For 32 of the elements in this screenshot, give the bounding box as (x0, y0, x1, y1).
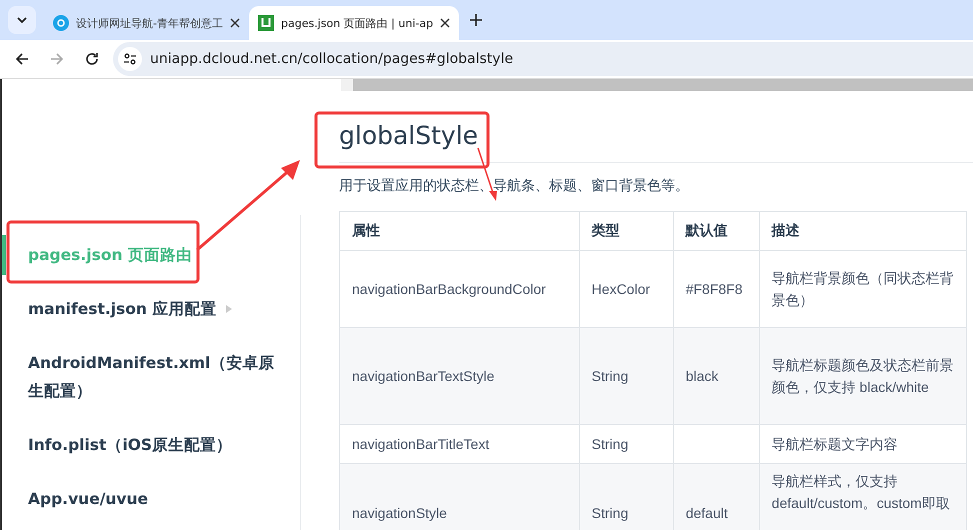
column-header: 默认值 (673, 212, 760, 250)
new-tab-icon[interactable] (469, 13, 484, 27)
sidebar-item[interactable]: AndroidManifest.xml（安卓原生配置） (2, 343, 300, 411)
tab-title: pages.json 页面路由 | uni-ap (280, 16, 434, 30)
column-header: 描述 (759, 212, 966, 250)
sidebar-item[interactable]: Info.plist（iOS原生配置） (2, 425, 300, 465)
close-icon[interactable] (230, 18, 240, 28)
site-logo-icon (258, 15, 274, 31)
sidebar-item[interactable]: manifest.json 应用配置 (2, 289, 300, 329)
back-icon[interactable] (14, 51, 30, 67)
section-heading: globalStyle (339, 121, 973, 163)
table-cell: 导航栏标题颜色及状态栏前景颜色，仅支持 black/white (759, 328, 966, 424)
tab-search-button[interactable] (8, 6, 36, 34)
table-cell: String (579, 328, 674, 424)
site-info-icon[interactable] (118, 47, 142, 71)
tab-title: 设计师网址导航-青年帮创意工 (76, 16, 223, 30)
column-header: 属性 (340, 212, 580, 250)
reload-icon[interactable] (84, 51, 100, 67)
caret-icon (226, 305, 232, 313)
site-logo-icon (53, 15, 69, 31)
intro-text: 用于设置应用的状态栏、导航条、标题、窗口背景色等。 (339, 177, 690, 195)
column-header: 类型 (579, 212, 674, 250)
sidebar-item[interactable]: App.vue/uvue (2, 479, 300, 519)
table-cell: navigationBarTextStyle (340, 328, 580, 424)
url-text: uniapp.dcloud.net.cn/collocation/pages#globalstyle (150, 51, 514, 67)
table-cell: navigationStyle (340, 464, 580, 530)
address-field[interactable]: uniapp.dcloud.net.cn/collocation/pages#globalstyle (113, 42, 973, 76)
browser-tab[interactable]: pages.json 页面路由 | uni-ap (248, 6, 460, 40)
horizontal-scrollbar[interactable] (341, 79, 973, 91)
browser-tab[interactable]: 设计师网址导航-青年帮创意工 (44, 6, 249, 40)
close-icon[interactable] (440, 18, 450, 28)
table-cell: black (673, 328, 760, 424)
